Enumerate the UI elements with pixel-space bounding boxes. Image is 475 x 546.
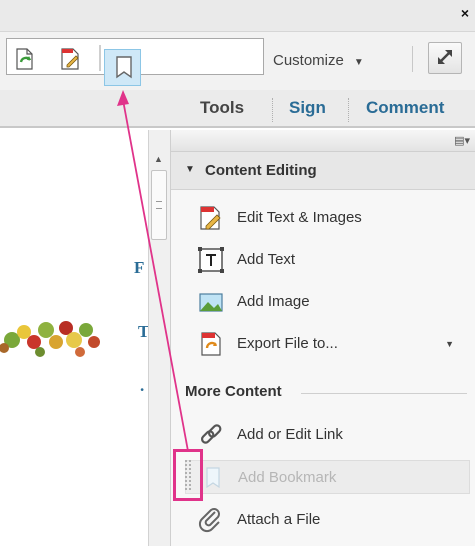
- drag-handle-highlight: [173, 449, 203, 501]
- item-label: Add Bookmark: [238, 469, 337, 486]
- bookmark-toolbar-button[interactable]: [104, 49, 141, 86]
- item-label: Add or Edit Link: [237, 426, 343, 443]
- edit-text-images-icon: [200, 206, 221, 230]
- panel-options-icon[interactable]: ▤▾: [454, 134, 470, 147]
- toolbar-separator: [412, 46, 413, 72]
- item-label: Export File to...: [237, 335, 338, 352]
- paperclip-icon: [198, 508, 220, 533]
- scroll-up-icon[interactable]: ▲: [154, 154, 163, 164]
- add-bookmark-item[interactable]: Add Bookmark: [185, 460, 470, 494]
- grip-icon: [156, 201, 162, 209]
- tab-tools[interactable]: Tools: [200, 98, 244, 118]
- panel-header-strip: ▤▾: [171, 130, 475, 152]
- tab-comment[interactable]: Comment: [366, 98, 444, 118]
- item-label: Attach a File: [237, 511, 321, 528]
- refresh-document-icon[interactable]: [13, 47, 37, 71]
- toolbar-separator: [99, 45, 101, 71]
- add-image-item[interactable]: Add Image: [185, 285, 470, 319]
- document-scrollbar[interactable]: ▲: [148, 130, 170, 546]
- customize-dropdown[interactable]: Customize ▼: [273, 52, 364, 69]
- attach-file-item[interactable]: Attach a File: [185, 503, 470, 537]
- content-editing-header[interactable]: ▼ Content Editing: [171, 152, 475, 190]
- document-text-fragment: .: [140, 376, 145, 395]
- tools-panel: ▤▾ ▼ Content Editing Edit Text & Images …: [170, 130, 475, 546]
- chevron-down-icon: ▼: [353, 57, 364, 68]
- section-title: Content Editing: [205, 162, 317, 179]
- add-or-edit-link-item[interactable]: Add or Edit Link: [185, 418, 470, 452]
- add-text-item[interactable]: Add Text: [185, 243, 470, 277]
- drag-handle-grip-icon[interactable]: [185, 460, 191, 490]
- add-text-icon: [198, 247, 224, 273]
- toolbar: Customize ▼: [0, 32, 475, 90]
- close-button[interactable]: ×: [461, 6, 469, 20]
- export-file-item[interactable]: Export File to... ▼: [185, 327, 470, 361]
- export-file-icon: [201, 332, 221, 356]
- more-content-header: More Content: [185, 383, 282, 400]
- panel-tab-bar: Tools Sign Comment: [0, 90, 475, 128]
- fruit-image: [0, 321, 100, 357]
- tab-divider: [272, 98, 273, 122]
- item-label: Add Image: [237, 293, 310, 310]
- add-image-icon: [199, 293, 223, 312]
- document-text-fragment: F: [134, 258, 145, 277]
- bookmark-icon: [116, 56, 132, 79]
- edit-text-images-item[interactable]: Edit Text & Images: [185, 201, 470, 235]
- collapse-triangle-icon: ▼: [185, 164, 195, 175]
- tab-sign[interactable]: Sign: [289, 98, 326, 118]
- window-title-strip: ×: [0, 0, 475, 32]
- item-label: Add Text: [237, 251, 296, 268]
- chevron-down-icon[interactable]: ▼: [445, 339, 454, 349]
- tab-divider: [348, 98, 349, 122]
- item-label: Edit Text & Images: [237, 209, 362, 226]
- edit-document-icon[interactable]: [59, 47, 83, 71]
- document-view[interactable]: F T .: [0, 130, 149, 546]
- scrollbar-thumb[interactable]: [151, 170, 167, 240]
- customize-label: Customize: [273, 52, 344, 69]
- expand-button[interactable]: [428, 42, 462, 74]
- expand-icon: [438, 50, 452, 64]
- section-divider: [301, 393, 467, 394]
- link-icon: [200, 424, 222, 444]
